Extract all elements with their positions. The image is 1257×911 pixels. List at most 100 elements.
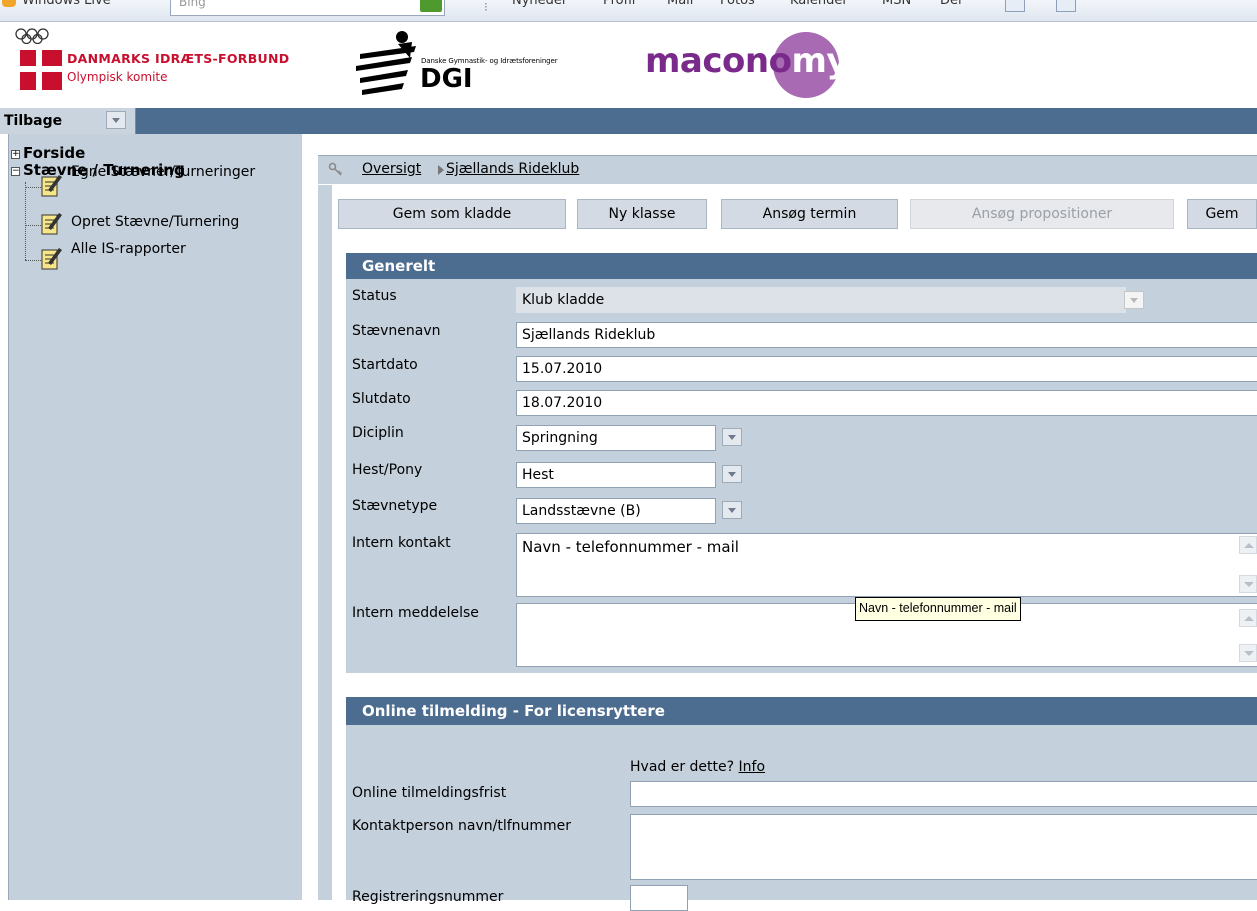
contact-person-textarea[interactable] xyxy=(630,814,1257,880)
scroll-down-icon[interactable] xyxy=(1239,644,1257,662)
horse-pony-label: Hest/Pony xyxy=(352,462,423,478)
menu-msn[interactable]: MSN xyxy=(882,0,911,8)
section-online-header: Online tilmelding - For licensryttere xyxy=(346,697,1257,725)
internal-contact-textarea[interactable]: Navn - telefonnummer - mail xyxy=(516,533,1257,597)
contact-person-label: Kontaktperson navn/tlfnummer xyxy=(352,818,572,834)
dif-name: DANMARKS IDRÆTS-FORBUND xyxy=(67,51,290,66)
status-value: Klub kladde xyxy=(522,292,605,308)
status-dropdown-icon xyxy=(1124,291,1144,309)
section-general: Generelt Status Klub kladde Stævnenavn S… xyxy=(346,253,1257,673)
start-date-label: Startdato xyxy=(352,357,418,373)
browser-toolbar: Windows Live Bing ⁝ Nyheder Profil Mail … xyxy=(0,0,1257,22)
horse-pony-select[interactable]: Hest xyxy=(516,462,716,488)
discipline-label: Diciplin xyxy=(352,425,404,441)
edit-document-icon xyxy=(41,213,62,235)
discipline-select[interactable]: Springning xyxy=(516,425,716,451)
scroll-up-icon[interactable] xyxy=(1239,536,1257,554)
discipline-dropdown-icon[interactable] xyxy=(722,428,742,446)
end-date-label: Slutdato xyxy=(352,391,411,407)
menu-fotos[interactable]: Fotos xyxy=(720,0,755,8)
discipline-value: Springning xyxy=(522,430,598,446)
event-type-label: Stævnetype xyxy=(352,498,438,514)
event-type-select[interactable]: Landsstævne (B) xyxy=(516,498,716,524)
maconomy-logo: maconomy xyxy=(645,41,849,81)
menu-nyheder[interactable]: Nyheder xyxy=(512,0,567,8)
deadline-input[interactable] xyxy=(630,781,1257,807)
event-name-label: Stævnenavn xyxy=(352,323,441,339)
collapse-icon[interactable]: − xyxy=(11,167,20,176)
nav-bar: Tilbage xyxy=(0,108,1257,134)
section-online: Online tilmelding - For licensryttere Hv… xyxy=(346,697,1257,911)
event-type-dropdown-icon[interactable] xyxy=(722,501,742,519)
breadcrumb-oversigt[interactable]: Oversigt xyxy=(362,161,421,177)
scroll-up-icon[interactable] xyxy=(1239,609,1257,627)
status-label: Status xyxy=(352,288,397,304)
forside-label: Forside xyxy=(23,144,86,162)
tooltip: Navn - telefonnummer - mail xyxy=(855,597,1021,621)
apply-term-button[interactable]: Ansøg termin xyxy=(721,199,898,229)
registration-number-input[interactable] xyxy=(630,885,688,911)
event-name-input[interactable]: Sjællands Rideklub xyxy=(516,322,1257,348)
event-name-value: Sjællands Rideklub xyxy=(522,327,656,343)
content-panel: Gem som kladde Ny klasse Ansøg termin An… xyxy=(318,185,1257,911)
maconomy-main-text: macono xyxy=(645,41,792,81)
dif-subtitle: Olympisk komite xyxy=(67,70,168,84)
menu-mail[interactable]: Mail xyxy=(667,0,693,8)
windows-live-icon[interactable] xyxy=(2,0,16,7)
back-label: Tilbage xyxy=(4,113,63,129)
edit-document-icon xyxy=(41,248,62,270)
deadline-label: Online tilmeldingsfrist xyxy=(352,785,507,801)
sidebar: + Forside − Stævne / Turnering Egne Stævne… xyxy=(8,134,302,900)
form-area: Gem som kladde Ny klasse Ansøg termin An… xyxy=(332,185,1257,911)
horse-pony-value: Hest xyxy=(522,467,554,483)
sidebar-item-label: Opret Stævne/Turnering xyxy=(71,214,240,230)
horse-pony-dropdown-icon[interactable] xyxy=(722,465,742,483)
internal-contact-label: Intern kontakt xyxy=(352,535,451,551)
breadcrumb-arrow-icon xyxy=(438,165,444,175)
bing-search-input[interactable]: Bing xyxy=(170,0,445,16)
edit-document-icon xyxy=(41,175,62,197)
registration-number-label: Registreringsnummer xyxy=(352,889,504,905)
scroll-down-icon[interactable] xyxy=(1239,575,1257,593)
menu-profil[interactable]: Profil xyxy=(603,0,635,8)
breadcrumb-current[interactable]: Sjællands Rideklub xyxy=(446,161,579,177)
dgi-name: DGI xyxy=(420,64,473,94)
internal-contact-value: Navn - telefonnummer - mail xyxy=(522,538,739,556)
section-general-title: Generelt xyxy=(362,257,436,275)
windows-live-label[interactable]: Windows Live xyxy=(22,0,111,8)
menu-del[interactable]: Del xyxy=(940,0,962,8)
sidebar-item-label: Alle IS-rapporter xyxy=(71,241,186,257)
end-date-input[interactable]: 18.07.2010 xyxy=(516,390,1257,416)
info-link[interactable]: Info xyxy=(739,759,766,775)
start-date-value: 15.07.2010 xyxy=(522,361,603,377)
expand-icon[interactable]: + xyxy=(11,150,20,159)
translate-icon[interactable] xyxy=(1005,0,1025,12)
sidebar-item-label: Egne Stævner/Turneringer xyxy=(71,164,256,180)
apply-propositions-button[interactable]: Ansøg propositioner xyxy=(910,199,1174,229)
save-button[interactable]: Gem xyxy=(1187,199,1257,229)
internal-message-label: Intern meddelelse xyxy=(352,605,479,621)
section-online-title: Online tilmelding - For licensryttere xyxy=(362,702,665,720)
new-class-button[interactable]: Ny klasse xyxy=(577,199,707,229)
event-type-value: Landsstævne (B) xyxy=(522,503,641,519)
start-date-input[interactable]: 15.07.2010 xyxy=(516,356,1257,382)
sidebar-item-forside[interactable]: + Forside xyxy=(11,146,85,161)
back-dropdown-icon[interactable] xyxy=(106,111,126,129)
logo-header: DANMARKS IDRÆTS-FORBUND Olympisk komite … xyxy=(0,22,1257,108)
back-menu[interactable]: Tilbage xyxy=(0,108,136,134)
search-go-icon[interactable] xyxy=(420,0,442,12)
sidebar-item-egne[interactable]: Egne Stævner/Turneringer xyxy=(25,164,303,200)
dif-flag-icon xyxy=(20,50,62,90)
key-icon xyxy=(328,162,343,176)
breadcrumb: Oversigt Sjællands Rideklub xyxy=(318,155,1257,184)
bing-placeholder: Bing xyxy=(179,0,206,9)
maconomy-end-text: my xyxy=(791,41,849,81)
status-field: Klub kladde xyxy=(516,287,1126,313)
section-general-header: Generelt xyxy=(346,253,1257,279)
save-draft-button[interactable]: Gem som kladde xyxy=(338,199,566,229)
window-icon[interactable] xyxy=(1056,0,1076,12)
whatis-label: Hvad er dette? xyxy=(630,759,735,775)
toolbar-divider: ⁝ xyxy=(484,0,488,14)
whatis-text: Hvad er dette? Info xyxy=(630,759,765,775)
menu-kalender[interactable]: Kalender xyxy=(790,0,848,8)
